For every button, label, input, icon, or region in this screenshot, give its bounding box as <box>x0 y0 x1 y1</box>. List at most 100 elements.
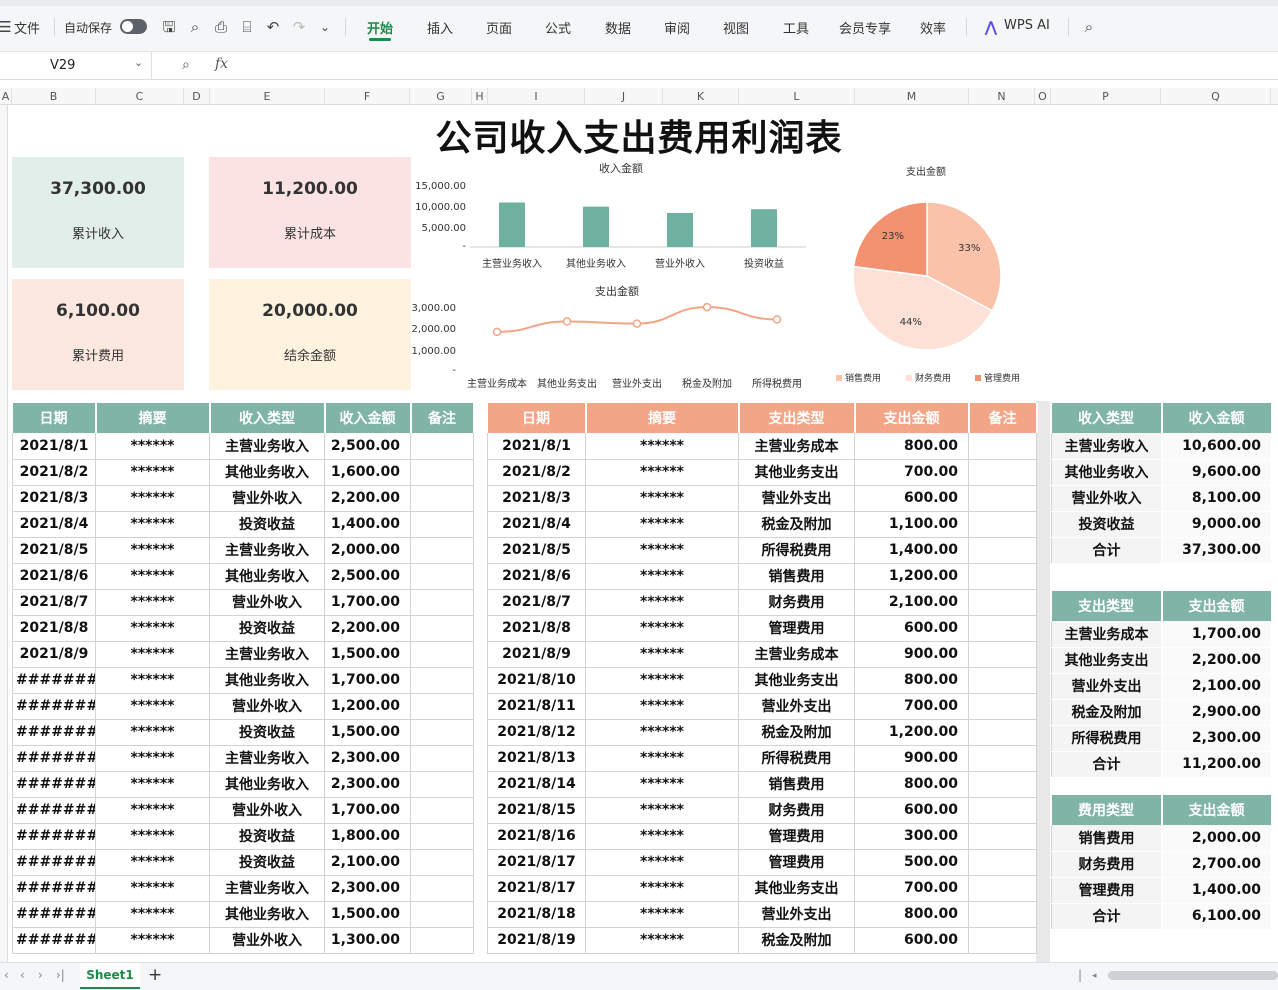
table-cell[interactable]: 1,200.00 <box>324 693 411 720</box>
table-cell[interactable]: ######## <box>12 771 96 798</box>
table-cell[interactable]: 主营业务收入 <box>1051 433 1162 460</box>
table-cell[interactable]: 其他业务支出 <box>1051 647 1162 674</box>
table-cell[interactable] <box>410 615 474 642</box>
table-cell[interactable]: 2,300.00 <box>324 745 411 772</box>
table-cell[interactable]: 800.00 <box>854 771 969 798</box>
table-cell[interactable]: 合计 <box>1051 537 1162 564</box>
table-cell[interactable]: 营业外收入 <box>209 927 325 954</box>
table-cell[interactable]: 1,400.00 <box>324 511 411 538</box>
table-cell[interactable]: ****** <box>95 875 210 902</box>
table-cell[interactable]: ****** <box>585 459 739 486</box>
table-cell[interactable]: ****** <box>95 719 210 746</box>
table-cell[interactable]: 700.00 <box>854 693 969 720</box>
table-cell[interactable]: 税金及附加 <box>1051 699 1162 726</box>
table-cell[interactable]: 营业外收入 <box>209 485 325 512</box>
table-cell[interactable]: 财务费用 <box>738 589 855 616</box>
table-cell[interactable]: 500.00 <box>854 849 969 876</box>
table-cell[interactable]: 2021/8/12 <box>487 719 586 746</box>
table-cell[interactable]: 1,600.00 <box>324 459 411 486</box>
table-cell[interactable] <box>410 901 474 928</box>
file-menu[interactable]: 文件 <box>14 18 40 37</box>
table-cell[interactable]: 8,100.00 <box>1161 485 1272 512</box>
table-cell[interactable]: 2021/8/17 <box>487 849 586 876</box>
table-cell[interactable]: 2,300.00 <box>324 771 411 798</box>
table-cell[interactable]: ****** <box>585 589 739 616</box>
table-cell[interactable]: 2021/8/7 <box>12 589 96 616</box>
table-cell[interactable]: ****** <box>95 511 210 538</box>
table-cell[interactable]: ****** <box>95 537 210 564</box>
table-cell[interactable] <box>410 693 474 720</box>
summary-expense-table[interactable]: 支出类型 支出金额 主营业务成本 1,700.00 其他业务支出 2,200.00 营业外… <box>1051 591 1273 778</box>
expense-table[interactable]: 日期 摘要 支出类型 支出金额 备注 2021/8/1 ****** 主营业务成本 800.0… <box>487 403 1038 954</box>
column-header[interactable]: G <box>410 88 472 105</box>
table-cell[interactable] <box>410 667 474 694</box>
table-cell[interactable]: 37,300.00 <box>1161 537 1272 564</box>
table-cell[interactable] <box>410 745 474 772</box>
table-cell[interactable] <box>968 875 1037 902</box>
prev-sheet-icon[interactable]: ‹ <box>20 968 25 982</box>
table-cell[interactable]: ****** <box>95 615 210 642</box>
table-cell[interactable]: 2,300.00 <box>324 875 411 902</box>
table-cell[interactable]: ****** <box>585 797 739 824</box>
table-cell[interactable]: 2,000.00 <box>324 537 411 564</box>
table-cell[interactable]: 6,100.00 <box>1161 903 1272 930</box>
tab-efficiency[interactable]: 效率 <box>920 18 946 37</box>
table-cell[interactable]: 2021/8/9 <box>487 641 586 668</box>
table-cell[interactable] <box>968 459 1037 486</box>
wps-ai-button[interactable]: WPS AI <box>1004 18 1050 33</box>
table-cell[interactable]: ****** <box>585 719 739 746</box>
tab-data[interactable]: 数据 <box>605 18 631 37</box>
table-cell[interactable]: 主营业务收入 <box>209 641 325 668</box>
table-cell[interactable]: 1,700.00 <box>1161 621 1272 648</box>
table-cell[interactable]: 营业外支出 <box>738 901 855 928</box>
table-cell[interactable]: 1,700.00 <box>324 797 411 824</box>
table-cell[interactable] <box>410 849 474 876</box>
table-cell[interactable]: 营业外收入 <box>1051 485 1162 512</box>
table-cell[interactable] <box>410 641 474 668</box>
table-cell[interactable] <box>410 771 474 798</box>
table-cell[interactable]: 2021/8/3 <box>487 485 586 512</box>
table-cell[interactable]: 营业外支出 <box>738 693 855 720</box>
table-cell[interactable] <box>410 927 474 954</box>
table-cell[interactable]: 800.00 <box>854 667 969 694</box>
table-cell[interactable]: ****** <box>585 849 739 876</box>
table-cell[interactable]: 1,800.00 <box>324 823 411 850</box>
table-cell[interactable]: ######## <box>12 667 96 694</box>
table-cell[interactable]: 9,600.00 <box>1161 459 1272 486</box>
tab-member[interactable]: 会员专享 <box>839 18 891 37</box>
table-cell[interactable]: ****** <box>585 875 739 902</box>
table-cell[interactable]: 其他业务支出 <box>738 875 855 902</box>
table-cell[interactable]: 2021/8/5 <box>12 537 96 564</box>
table-cell[interactable] <box>968 797 1037 824</box>
table-cell[interactable]: 主营业务收入 <box>209 433 325 460</box>
table-cell[interactable]: 600.00 <box>854 797 969 824</box>
table-cell[interactable]: ****** <box>585 667 739 694</box>
table-cell[interactable]: 600.00 <box>854 927 969 954</box>
horizontal-scrollbar[interactable] <box>1108 971 1278 980</box>
table-cell[interactable]: 2021/8/17 <box>487 875 586 902</box>
add-sheet-button[interactable]: + <box>148 965 162 985</box>
table-cell[interactable]: ****** <box>95 641 210 668</box>
menu-icon[interactable]: ☰ <box>0 18 14 36</box>
table-cell[interactable] <box>410 511 474 538</box>
table-cell[interactable]: 2,200.00 <box>1161 647 1272 674</box>
table-cell[interactable] <box>968 485 1037 512</box>
table-cell[interactable]: 2,100.00 <box>1161 673 1272 700</box>
table-cell[interactable]: 700.00 <box>854 459 969 486</box>
wps-ai-icon[interactable]: ⋀ <box>982 18 1000 36</box>
table-cell[interactable]: ****** <box>585 771 739 798</box>
column-header[interactable]: L <box>739 88 855 105</box>
table-cell[interactable]: 销售费用 <box>1051 825 1162 852</box>
table-cell[interactable] <box>968 927 1037 954</box>
tab-insert[interactable]: 插入 <box>427 18 453 37</box>
table-cell[interactable] <box>968 823 1037 850</box>
table-cell[interactable]: 合计 <box>1051 903 1162 930</box>
table-cell[interactable]: 其他业务收入 <box>1051 459 1162 486</box>
table-cell[interactable]: ****** <box>95 927 210 954</box>
function-icon[interactable]: fx <box>215 56 228 72</box>
table-cell[interactable]: 2,700.00 <box>1161 851 1272 878</box>
table-cell[interactable]: ######## <box>12 719 96 746</box>
tab-home[interactable]: 开始 <box>367 18 393 41</box>
table-cell[interactable]: 所得税费用 <box>738 745 855 772</box>
column-header[interactable]: Q <box>1161 88 1271 105</box>
